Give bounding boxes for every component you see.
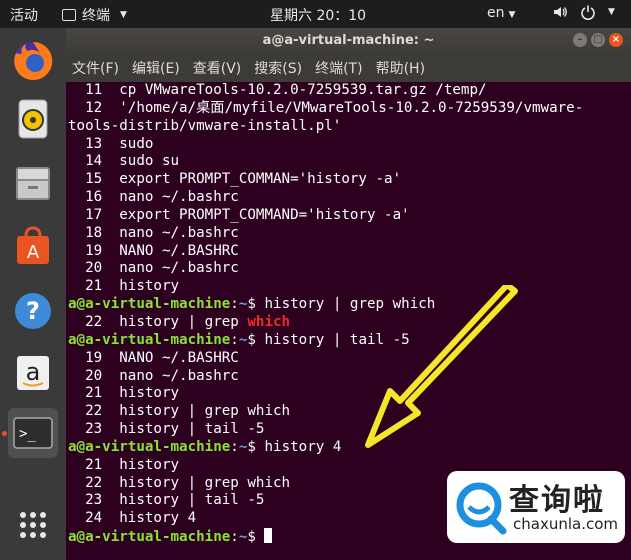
activities-button[interactable]: 活动 — [10, 5, 38, 25]
volume-icon — [554, 7, 567, 17]
system-menu[interactable]: ▼ — [552, 4, 615, 20]
chevron-down-icon: ▼ — [120, 10, 127, 20]
output-line: 16 nano ~/.bashrc — [68, 189, 239, 206]
top-bar: 活动 终端 ▼ 星期六 20：10 en ▼ ▼ — [0, 0, 631, 28]
output-line: 21 history — [68, 278, 180, 295]
svg-text:?: ? — [26, 297, 40, 325]
dock-item-help[interactable]: ? — [8, 286, 58, 336]
output-line: 13 sudo — [68, 135, 154, 152]
window-title: a@a-virtual-machine: ~ — [262, 33, 435, 48]
text-cursor — [264, 528, 273, 544]
dock-item-files[interactable] — [8, 158, 58, 208]
prompt-symbol: $ — [247, 296, 265, 313]
output-line: 22 history | grep which — [68, 314, 631, 332]
dock-item-rhythmbox[interactable] — [8, 94, 58, 144]
running-indicator — [2, 431, 7, 436]
app-menu[interactable]: 终端 ▼ — [62, 5, 127, 25]
software-center-icon: A — [17, 226, 49, 264]
prompt-line: a@a-virtual-machine:~$ history | grep wh… — [68, 296, 631, 314]
window-titlebar[interactable]: a@a-virtual-machine: ~ – □ × — [66, 28, 631, 54]
prompt-user: a@a-virtual-machine — [68, 296, 231, 313]
language-indicator[interactable]: en ▼ — [487, 5, 515, 21]
chevron-down-icon: ▼ — [608, 7, 615, 17]
arrow-annotation — [365, 285, 518, 448]
menu-file[interactable]: 文件(F) — [72, 58, 119, 78]
watermark-text: 查询啦 — [509, 483, 605, 518]
terminal-mini-icon — [62, 9, 76, 21]
maximize-icon[interactable]: □ — [591, 33, 605, 47]
amazon-icon: a — [17, 356, 49, 390]
app-menu-label: 终端 — [82, 8, 110, 24]
svg-text:a: a — [26, 358, 41, 386]
show-apps-icon — [20, 512, 46, 538]
output-line: 19 NANO ~/.BASHRC — [68, 242, 239, 259]
output-line: 12 '/home/a/桌面/myfile/VMwareTools-10.2.0… — [68, 99, 584, 116]
menu-terminal[interactable]: 终端(T) — [315, 58, 362, 78]
prompt-separator: : — [230, 296, 239, 313]
files-icon — [16, 167, 50, 200]
minimize-icon[interactable]: – — [573, 33, 587, 47]
output-line: 17 export PROMPT_COMMAND='history -a' — [68, 206, 410, 223]
dock-item-amazon[interactable]: a — [8, 348, 58, 398]
prompt-line: a@a-virtual-machine:~$ history 4 — [68, 439, 631, 457]
dock: A ? a >_ — [0, 28, 66, 560]
output-line: 18 nano ~/.bashrc — [68, 224, 239, 241]
svg-text:A: A — [27, 242, 40, 263]
menu-help[interactable]: 帮助(H) — [376, 58, 425, 78]
terminal-icon: >_ — [13, 417, 53, 449]
output-line: tools-distrib/vmware-install.pl' — [68, 117, 342, 134]
svg-text:>_: >_ — [19, 426, 36, 442]
output-line: 20 nano ~/.bashrc — [68, 367, 239, 384]
output-line: 15 export PROMPT_COMMAN='history -a' — [68, 171, 402, 188]
window-controls: – □ × — [573, 33, 623, 47]
prompt-user: a@a-virtual-machine — [68, 331, 231, 348]
output-line: 20 nano ~/.bashrc — [68, 260, 239, 277]
close-icon[interactable]: × — [609, 33, 623, 47]
output-line: 14 sudo su — [68, 153, 180, 170]
command-text: history 4 — [264, 438, 342, 455]
output-line: 21 history — [68, 385, 180, 402]
dock-item-software[interactable]: A — [8, 222, 58, 272]
power-icon — [581, 5, 595, 20]
output-line: 11 cp VMwareTools-10.2.0-7259539.tar.gz … — [68, 82, 487, 98]
dock-item-firefox[interactable] — [8, 36, 58, 86]
output-line: 19 NANO ~/.BASHRC — [68, 349, 239, 366]
prompt-symbol: $ — [247, 529, 265, 546]
prompt-symbol: $ — [247, 331, 265, 348]
help-icon: ? — [15, 293, 51, 329]
watermark-logo: 查询啦 chaxunla.com — [447, 471, 625, 543]
rhythmbox-icon — [18, 99, 48, 139]
prompt-symbol: $ — [247, 438, 265, 455]
dock-item-show-apps[interactable] — [8, 500, 58, 550]
menu-edit[interactable]: 编辑(E) — [132, 58, 180, 78]
menubar: 文件(F) 编辑(E) 查看(V) 搜索(S) 终端(T) 帮助(H) — [66, 54, 631, 82]
menu-view[interactable]: 查看(V) — [193, 58, 242, 78]
clock[interactable]: 星期六 20：10 — [270, 5, 366, 25]
language-label: en — [487, 5, 505, 21]
firefox-icon — [14, 41, 53, 80]
output-line: 23 history | tail -5 — [68, 421, 265, 438]
prompt-separator: : — [230, 529, 239, 546]
prompt-separator: : — [230, 438, 239, 455]
search-magnifier-icon — [456, 482, 507, 535]
chevron-down-icon: ▼ — [508, 10, 516, 20]
prompt-separator: : — [230, 331, 239, 348]
menu-search[interactable]: 搜索(S) — [254, 58, 302, 78]
grep-match-highlight: which — [247, 313, 291, 330]
output-text: 22 history | grep — [68, 313, 248, 330]
prompt-line: a@a-virtual-machine:~$ history | tail -5 — [68, 332, 631, 350]
dock-item-terminal[interactable]: >_ — [8, 408, 58, 458]
watermark-domain: chaxunla.com — [513, 515, 618, 533]
output-line: 22 history | grep which — [68, 403, 291, 420]
prompt-user: a@a-virtual-machine — [68, 529, 231, 546]
prompt-user: a@a-virtual-machine — [68, 438, 231, 455]
